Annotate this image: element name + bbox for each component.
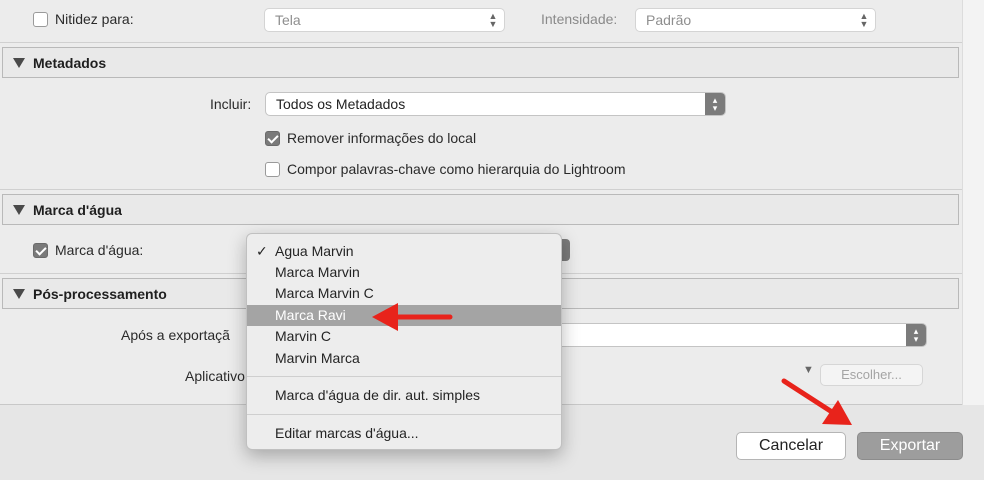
annotation-arrow-left xyxy=(372,303,453,331)
annotation-arrow-diagonal xyxy=(781,378,852,425)
annotation-arrows xyxy=(372,303,852,425)
